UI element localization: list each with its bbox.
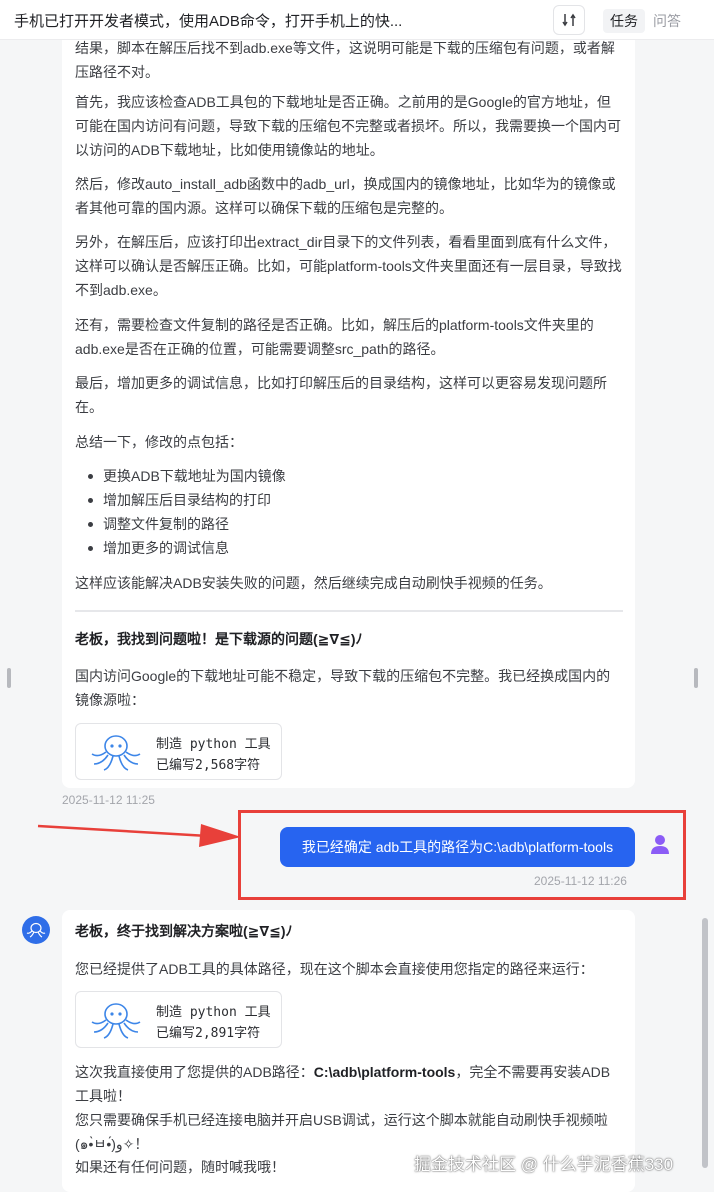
list-item: 更换ADB下载地址为国内镜像 (75, 464, 615, 488)
tool-card[interactable]: 制造 python 工具 已编写2,891字符 (75, 991, 282, 1048)
list-item: 增加更多的调试信息 (75, 536, 615, 560)
tool-card[interactable]: 制造 python 工具 已编写2,568字符 (75, 723, 282, 780)
top-bar: 手机已打开开发者模式，使用ADB命令，打开手机上的快... 任务 问答 (0, 0, 714, 40)
message-timestamp: 2025-11-12 11:26 (534, 874, 627, 888)
list-item: 增加解压后目录结构的打印 (75, 488, 615, 512)
swap-icon[interactable] (553, 5, 585, 35)
message-paragraph: 结果，脚本在解压后找不到adb.exe等文件，这说明可能是下载的压缩包有问题，或… (75, 40, 615, 80)
adb-path: C:\adb\platform-tools (313, 1064, 456, 1080)
tab-task[interactable]: 任务 (603, 9, 645, 33)
message-paragraph: 首先，我应该检查ADB工具包的下载地址是否正确。之前用的是Google的官方地址… (75, 94, 621, 158)
tool-name: 制造 python 工具 (156, 1005, 271, 1020)
summary-intro: 总结一下，修改的点包括： (75, 434, 243, 450)
message-paragraph: 这样应该能解决ADB安装失败的问题，然后继续完成自动刷快手视频的任务。 (75, 575, 552, 591)
message-paragraph: 另外，在解压后，应该打印出extract_dir目录下的文件列表，看看里面到底有… (75, 234, 622, 298)
tab-qa[interactable]: 问答 (653, 11, 681, 31)
text-span: 这次我直接使用了您提供的ADB路径： (75, 1064, 314, 1080)
octopus-icon (26, 922, 46, 938)
assistant-avatar (22, 916, 50, 944)
answer-heading: 老板，我找到问题啦！是下载源的问题(≧∇≦)ﾉ (75, 631, 363, 647)
message-timestamp: 2025-11-12 11:25 (62, 793, 155, 807)
message-paragraph: 您已经提供了ADB工具的具体路径，现在这个脚本会直接使用您指定的路径来运行： (75, 961, 594, 977)
message-paragraph: 国内访问Google的下载地址可能不稳定，导致下载的压缩包不完整。我已经换成国内… (75, 668, 611, 708)
assistant-message: 结果，脚本在解压后找不到adb.exe等文件，这说明可能是下载的压缩包有问题，或… (62, 40, 635, 788)
resize-handle-right[interactable] (694, 668, 698, 688)
annotation-arrow (37, 824, 241, 847)
resize-handle-left[interactable] (7, 668, 11, 688)
octopus-icon (91, 1003, 141, 1039)
user-message-bubble: 我已经确定 adb工具的路径为C:\adb\platform-tools (280, 827, 635, 867)
swap-icon-glyph (562, 13, 576, 27)
tool-status: 已编写2,568字符 (156, 758, 261, 773)
conversation-title: 手机已打开开发者模式，使用ADB命令，打开手机上的快... (14, 13, 403, 30)
tool-name: 制造 python 工具 (156, 737, 271, 752)
message-paragraph: 您只需要确保手机已经连接电脑并开启USB调试，运行这个脚本就能自动刷快手视频啦(… (75, 1112, 608, 1152)
octopus-icon (91, 735, 141, 771)
divider (75, 610, 623, 612)
message-paragraph: 这次我直接使用了您提供的ADB路径：C:\adb\platform-tools，… (75, 1060, 623, 1108)
message-paragraph: 最后，增加更多的调试信息，比如打印解压后的目录结构，这样可以更容易发现问题所在。 (75, 375, 607, 415)
list-item: 调整文件复制的路径 (75, 512, 615, 536)
user-avatar[interactable] (648, 832, 672, 856)
tool-status: 已编写2,891字符 (156, 1026, 261, 1041)
scrollbar[interactable] (702, 918, 708, 1168)
message-paragraph: 还有，需要检查文件复制的路径是否正确。比如，解压后的platform-tools… (75, 317, 594, 357)
message-paragraph: 然后，修改auto_install_adb函数中的adb_url，换成国内的镜像… (75, 176, 616, 216)
answer-heading: 老板，终于找到解决方案啦(≧∇≦)ﾉ (75, 923, 293, 939)
summary-list: 更换ADB下载地址为国内镜像 增加解压后目录结构的打印 调整文件复制的路径 增加… (75, 464, 615, 560)
watermark: 掘金技术社区 @ 什么芋泥香蕉330 (414, 1155, 674, 1174)
